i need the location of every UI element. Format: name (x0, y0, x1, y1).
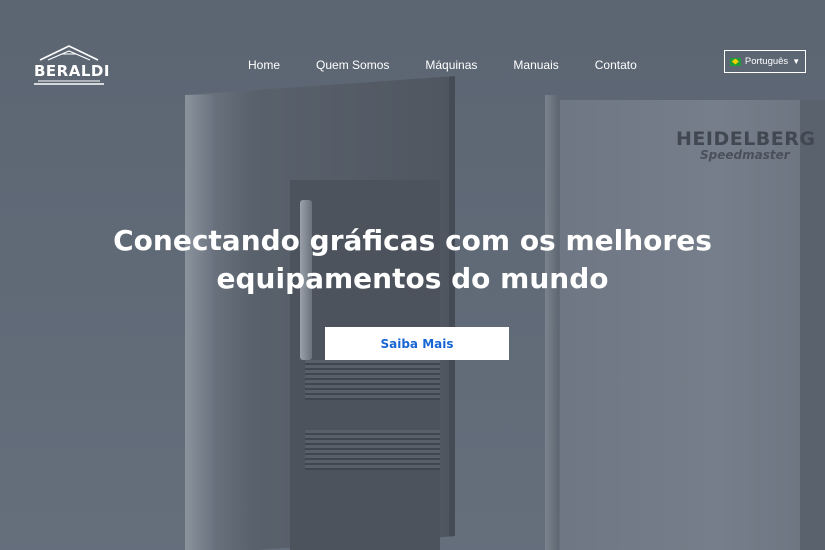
machine-vent (305, 430, 440, 470)
nav-link-quem-somos[interactable]: Quem Somos (298, 56, 407, 74)
saiba-mais-button[interactable]: Saiba Mais (325, 327, 509, 360)
nav-link-contato[interactable]: Contato (577, 56, 655, 74)
machine-right-edge (800, 100, 825, 550)
nav-link-maquinas[interactable]: Máquinas (407, 56, 495, 74)
machine-pillar (545, 95, 559, 550)
main-navigation: Home Quem Somos Máquinas Manuais Contato (230, 56, 655, 74)
machine-vent (305, 360, 440, 400)
nav-link-manuais[interactable]: Manuais (495, 56, 576, 74)
beraldi-logo[interactable]: BERALDI (32, 44, 109, 86)
caret-down-icon: ▼ (792, 57, 801, 66)
machine-right-panel (560, 100, 825, 550)
language-selector[interactable]: Português ▼ (724, 50, 806, 73)
hero-title-line-2: equipamentos do mundo (216, 262, 609, 295)
language-selected: Português (744, 56, 789, 67)
nav-link-home[interactable]: Home (230, 56, 298, 74)
machine-model-text: Speedmaster (700, 148, 790, 162)
machine-left-edge (185, 95, 213, 550)
hero-title-line-1: Conectando gráficas com os melhores (113, 224, 712, 257)
machine-brand-mark: HEIDELBERG Speedmaster (676, 128, 816, 162)
machine-brand-text: HEIDELBERG (676, 128, 816, 150)
brazil-flag-icon (729, 57, 741, 66)
logo-text: BERALDI (34, 62, 110, 80)
hero-title: Conectando gráficas com os melhores equi… (0, 222, 825, 298)
